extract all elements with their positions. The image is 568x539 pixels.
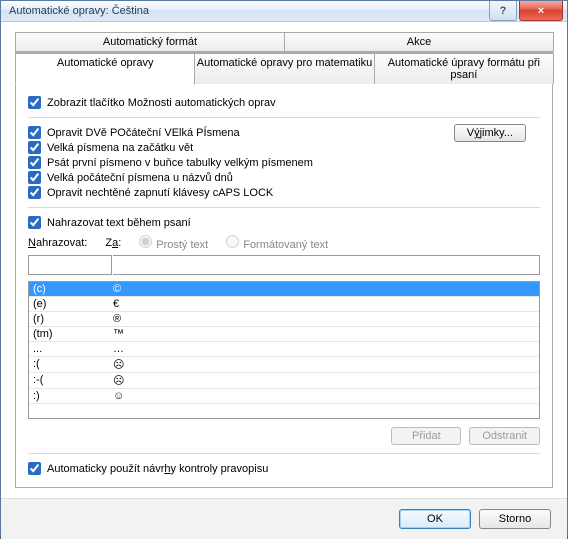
separator [28,453,540,454]
titlebar: Automatické opravy: Čeština ? × [1,1,567,22]
check-replace-as-type[interactable]: Nahrazovat text během psaní [28,216,540,229]
separator [28,207,540,208]
tab-label: Automatické opravy pro matematiku [197,57,372,69]
button-label: Storno [499,513,531,525]
checkbox-label: Opravit DVě POčáteční VElká PÍsmena [47,127,240,139]
checkbox-label: Psát první písmeno v buňce tabulky velký… [47,157,313,169]
checkbox[interactable] [28,141,41,154]
check-capitalize-days[interactable]: Velká počáteční písmena u názvů dnů [28,171,540,184]
radio-plain-text[interactable]: Prostý text [139,235,208,251]
replace-input[interactable] [28,255,112,275]
dialog-footer: OK Storno [1,498,567,539]
replace-inputs [28,255,540,275]
tab-row-lower: Automatické opravy Automatické opravy pr… [15,53,553,84]
list-to: ™ [113,328,535,340]
list-from: (e) [33,298,113,310]
list-from: :( [33,358,113,371]
list-item[interactable]: :-(☹ [29,373,539,389]
tab-math-autocorrect[interactable]: Automatické opravy pro matematiku [194,53,374,84]
list-to: … [113,343,535,355]
button-label: Výjimky... [467,127,513,139]
radio[interactable] [139,235,152,248]
with-input[interactable] [113,255,540,275]
tab-autoformat-typing[interactable]: Automatické úpravy formátu při psaní [374,53,554,84]
checkbox-label: Velká počáteční písmena u názvů dnů [47,172,233,184]
list-to: € [113,298,535,310]
button-label: OK [427,513,443,525]
button-label: Přidat [412,430,441,442]
close-icon: × [538,5,544,17]
list-item[interactable]: (r)® [29,312,539,327]
tab-panel: Zobrazit tlačítko Možnosti automatických… [15,84,553,488]
checkbox-label: Nahrazovat text během psaní [47,217,191,229]
checkbox-label: Velká písmena na začátku vět [47,142,193,154]
checkbox[interactable] [28,156,41,169]
list-item[interactable]: ...… [29,342,539,357]
list-buttons: Přidat Odstranit [28,427,540,445]
list-from: (r) [33,313,113,325]
tab-row-upper: Automatický formát Akce [15,32,553,53]
tab-label: Akce [407,36,431,48]
client-area: Automatický formát Akce Automatické opra… [1,22,567,498]
list-item[interactable]: :(☹ [29,357,539,373]
with-label: Za: [105,237,121,249]
help-button[interactable]: ? [489,1,517,21]
checkbox-label: Automaticky použít návrhy kontroly pravo… [47,463,268,475]
dialog-window: Automatické opravy: Čeština ? × Automati… [0,0,568,535]
caps-group: Výjimky... Opravit DVě POčáteční VElká P… [28,124,540,201]
tab-label: Automatický formát [103,36,197,48]
checkbox-label: Opravit nechtěné zapnutí klávesy cAPS LO… [47,187,273,199]
list-to: © [113,283,535,295]
radio-formatted-text[interactable]: Formátovaný text [226,235,328,251]
add-button[interactable]: Přidat [391,427,461,445]
check-show-button[interactable]: Zobrazit tlačítko Možnosti automatických… [28,96,540,109]
list-item[interactable]: :)☺ [29,389,539,404]
tab-label: Automatické úpravy formátu při psaní [388,57,540,81]
checkbox[interactable] [28,186,41,199]
delete-button[interactable]: Odstranit [469,427,540,445]
list-from: (c) [33,283,113,295]
list-from: ... [33,343,113,355]
list-to: ☺ [113,390,535,402]
list-item[interactable]: (e)€ [29,297,539,312]
radio-label: Prostý text [156,239,208,251]
separator [28,117,540,118]
list-from: :) [33,390,113,402]
tab-autocorrect[interactable]: Automatické opravy [15,53,195,85]
list-to: ® [113,313,535,325]
help-icon: ? [500,5,507,17]
checkbox-label: Zobrazit tlačítko Možnosti automatických… [47,97,276,109]
exceptions-button[interactable]: Výjimky... [454,124,526,142]
list-to: ☹ [113,358,535,371]
window-title: Automatické opravy: Čeština [9,5,489,17]
list-item[interactable]: (c)© [29,282,539,297]
tab-actions[interactable]: Akce [284,32,554,52]
close-button[interactable]: × [519,1,563,21]
radio-label: Formátovaný text [243,239,328,251]
list-item[interactable]: (tm)™ [29,327,539,342]
check-correct-capslock[interactable]: Opravit nechtěné zapnutí klávesy cAPS LO… [28,186,540,199]
checkbox[interactable] [28,96,41,109]
tab-autoformat[interactable]: Automatický formát [15,32,285,52]
checkbox[interactable] [28,171,41,184]
cancel-button[interactable]: Storno [479,509,551,529]
checkbox[interactable] [28,462,41,475]
replace-with-row: Nahrazovat: Za: Prostý text Formátovaný … [28,235,540,251]
list-to: ☹ [113,374,535,387]
radio[interactable] [226,235,239,248]
window-buttons: ? × [489,1,567,21]
list-from: (tm) [33,328,113,340]
checkbox[interactable] [28,126,41,139]
check-capitalize-table-cells[interactable]: Psát první písmeno v buňce tabulky velký… [28,156,540,169]
list-from: :-( [33,374,113,387]
check-capitalize-sentences[interactable]: Velká písmena na začátku vět [28,141,540,154]
checkbox[interactable] [28,216,41,229]
tab-label: Automatické opravy [57,57,154,69]
ok-button[interactable]: OK [399,509,471,529]
replace-label: Nahrazovat: [28,237,87,249]
replacements-list[interactable]: (c)©(e)€(r)®(tm)™...…:(☹:-(☹:)☺ [28,281,540,419]
button-label: Odstranit [482,430,527,442]
check-use-spellcheck-suggestions[interactable]: Automaticky použít návrhy kontroly pravo… [28,462,540,475]
